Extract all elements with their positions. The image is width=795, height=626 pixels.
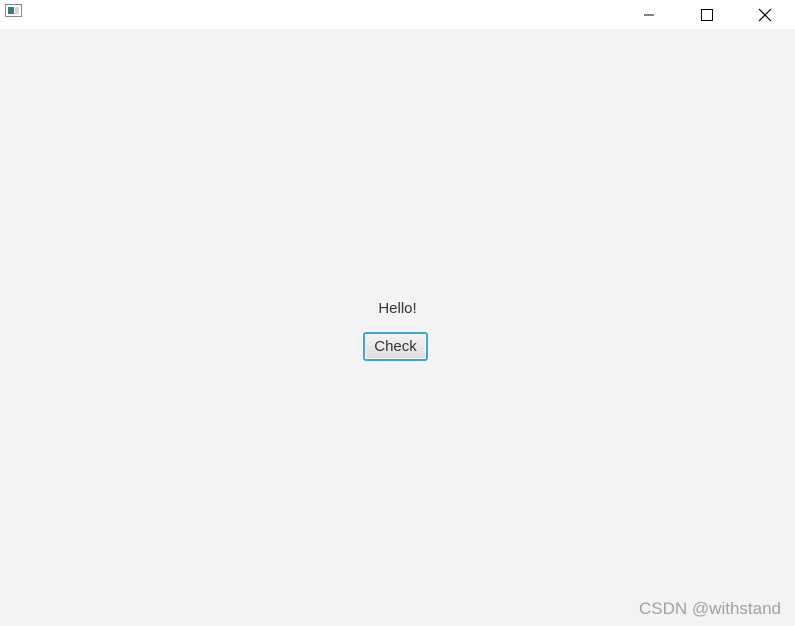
app-window-icon[interactable] (5, 4, 22, 17)
close-icon (758, 8, 772, 21)
title-bar[interactable] (0, 0, 795, 29)
hello-label: Hello! (378, 300, 417, 317)
close-button[interactable] (742, 0, 788, 29)
maximize-icon (701, 8, 713, 21)
application-window: Hello! Check CSDN @withstand (0, 0, 795, 626)
watermark-text: CSDN @withstand (639, 599, 781, 618)
minimize-icon (644, 14, 654, 15)
content-pane: Hello! Check CSDN @withstand (0, 29, 795, 626)
check-button[interactable]: Check (363, 332, 428, 361)
maximize-button[interactable] (684, 0, 730, 29)
app-icon-pane-right (15, 7, 19, 14)
app-icon-pane-left (8, 7, 14, 14)
minimize-button[interactable] (626, 0, 672, 29)
